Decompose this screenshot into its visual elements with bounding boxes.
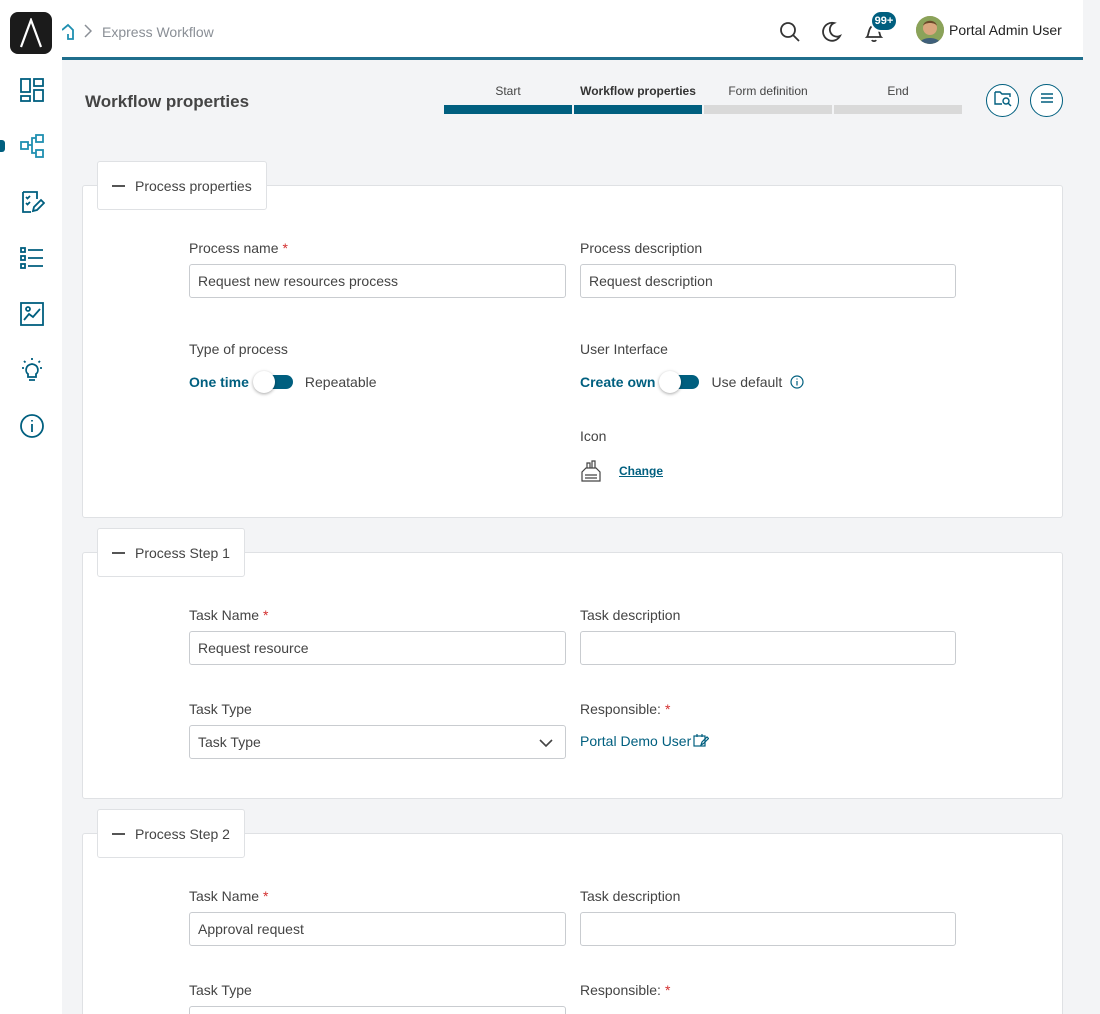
step-bar	[574, 105, 702, 114]
sidebar	[0, 0, 62, 1014]
process-name-label: Process name *	[189, 240, 288, 256]
responsible-value[interactable]: Portal Demo User	[580, 733, 710, 749]
user-interface-switch[interactable]	[659, 371, 700, 393]
step-bar	[444, 105, 572, 114]
task-name-input[interactable]: Request resource	[189, 631, 566, 665]
label-text: Responsible:	[580, 982, 661, 998]
toggle-option-create-own[interactable]: Create own	[580, 374, 655, 390]
chevron-down-icon	[539, 735, 553, 751]
info-icon[interactable]	[790, 375, 804, 389]
lightbulb-icon[interactable]	[18, 356, 46, 384]
task-type-select[interactable]	[189, 1006, 566, 1014]
process-name-input[interactable]: Request new resources process	[189, 264, 566, 298]
folder-search-icon	[993, 89, 1012, 112]
toggle-option-repeatable[interactable]: Repeatable	[305, 374, 377, 390]
home-icon[interactable]	[61, 22, 74, 42]
toggle-option-one-time[interactable]: One time	[189, 374, 249, 390]
task-type-label: Task Type	[189, 982, 252, 998]
type-of-process-toggle-row: One time Repeatable	[189, 371, 377, 393]
tasks-icon[interactable]	[18, 188, 46, 216]
hamburger-icon	[1039, 91, 1055, 110]
top-bar: Express Workflow 99+ Portal Admin User	[61, 0, 1083, 60]
statistics-icon[interactable]	[18, 300, 46, 328]
app-logo[interactable]	[10, 12, 52, 54]
required-mark: *	[664, 982, 671, 998]
collapse-icon	[112, 551, 125, 554]
user-name[interactable]: Portal Admin User	[949, 22, 1062, 38]
workflow-icon[interactable]	[18, 132, 46, 160]
task-type-select[interactable]: Task Type	[189, 725, 566, 759]
type-of-process-switch[interactable]	[252, 371, 293, 393]
process-description-input[interactable]: Request description	[580, 264, 956, 298]
task-description-label: Task description	[580, 888, 681, 904]
step-workflow-properties[interactable]: Workflow properties	[574, 82, 702, 114]
user-interface-toggle-row: Create own Use default	[580, 371, 804, 393]
info-icon[interactable]	[18, 412, 46, 440]
collapse-icon	[112, 832, 125, 835]
required-mark: *	[263, 607, 269, 623]
step-label: Start	[495, 84, 521, 98]
label-text: Task Name	[189, 607, 260, 623]
dashboard-icon[interactable]	[18, 76, 46, 104]
active-indicator	[0, 140, 5, 152]
step-form-definition[interactable]: Form definition	[704, 82, 832, 114]
task-description-label: Task description	[580, 607, 681, 623]
step-bar	[704, 105, 832, 114]
required-mark: *	[263, 888, 269, 904]
icon-label: Icon	[580, 428, 607, 444]
task-description-input[interactable]	[580, 631, 956, 665]
process-icon	[580, 459, 602, 488]
user-interface-label: User Interface	[580, 341, 668, 357]
process-properties-legend[interactable]: Process properties	[97, 161, 267, 210]
progress-steps: Start Workflow properties Form definitio…	[444, 82, 964, 114]
collapse-icon	[112, 184, 125, 187]
step-label: End	[887, 84, 909, 98]
task-name-label: Task Name *	[189, 607, 268, 623]
step-end[interactable]: End	[834, 82, 962, 114]
type-of-process-label: Type of process	[189, 341, 288, 357]
notification-badge: 99+	[870, 10, 898, 32]
legend-label: Process properties	[135, 177, 252, 194]
step-label: Form definition	[728, 84, 808, 98]
responsible-user[interactable]: Portal Demo User	[580, 733, 691, 749]
toggle-option-use-default[interactable]: Use default	[711, 374, 782, 390]
label-text: Task Name	[189, 888, 260, 904]
edit-calendar-icon[interactable]	[693, 733, 710, 749]
breadcrumb-current: Express Workflow	[102, 24, 214, 40]
legend-label: Process Step 2	[135, 825, 230, 842]
list-icon[interactable]	[18, 244, 46, 272]
select-value: Task Type	[198, 734, 261, 750]
task-name-label: Task Name *	[189, 888, 268, 904]
process-step-1-legend[interactable]: Process Step 1	[97, 528, 245, 577]
switch-knob	[659, 371, 682, 393]
step-bar	[834, 105, 962, 114]
dark-mode-icon[interactable]	[819, 20, 843, 44]
search-icon[interactable]	[778, 20, 802, 44]
label-text: Process name	[189, 240, 279, 256]
change-icon-link[interactable]: Change	[619, 464, 663, 478]
task-type-label: Task Type	[189, 701, 252, 717]
avatar[interactable]	[916, 16, 944, 44]
process-step-2-legend[interactable]: Process Step 2	[97, 809, 245, 858]
task-description-input[interactable]	[580, 912, 956, 946]
responsible-label: Responsible: *	[580, 701, 670, 717]
required-mark: *	[664, 701, 671, 717]
preview-button[interactable]	[986, 84, 1019, 117]
menu-button[interactable]	[1030, 84, 1063, 117]
process-step-1-section	[82, 552, 1063, 799]
switch-knob	[252, 371, 275, 393]
chevron-right-icon	[84, 24, 93, 43]
process-description-label: Process description	[580, 240, 703, 256]
required-mark: *	[282, 240, 288, 256]
task-name-input[interactable]: Approval request	[189, 912, 566, 946]
page-title: Workflow properties	[85, 92, 250, 111]
legend-label: Process Step 1	[135, 544, 230, 561]
responsible-label: Responsible: *	[580, 982, 670, 998]
step-start[interactable]: Start	[444, 82, 572, 114]
step-label: Workflow properties	[580, 84, 696, 98]
label-text: Responsible:	[580, 701, 661, 717]
